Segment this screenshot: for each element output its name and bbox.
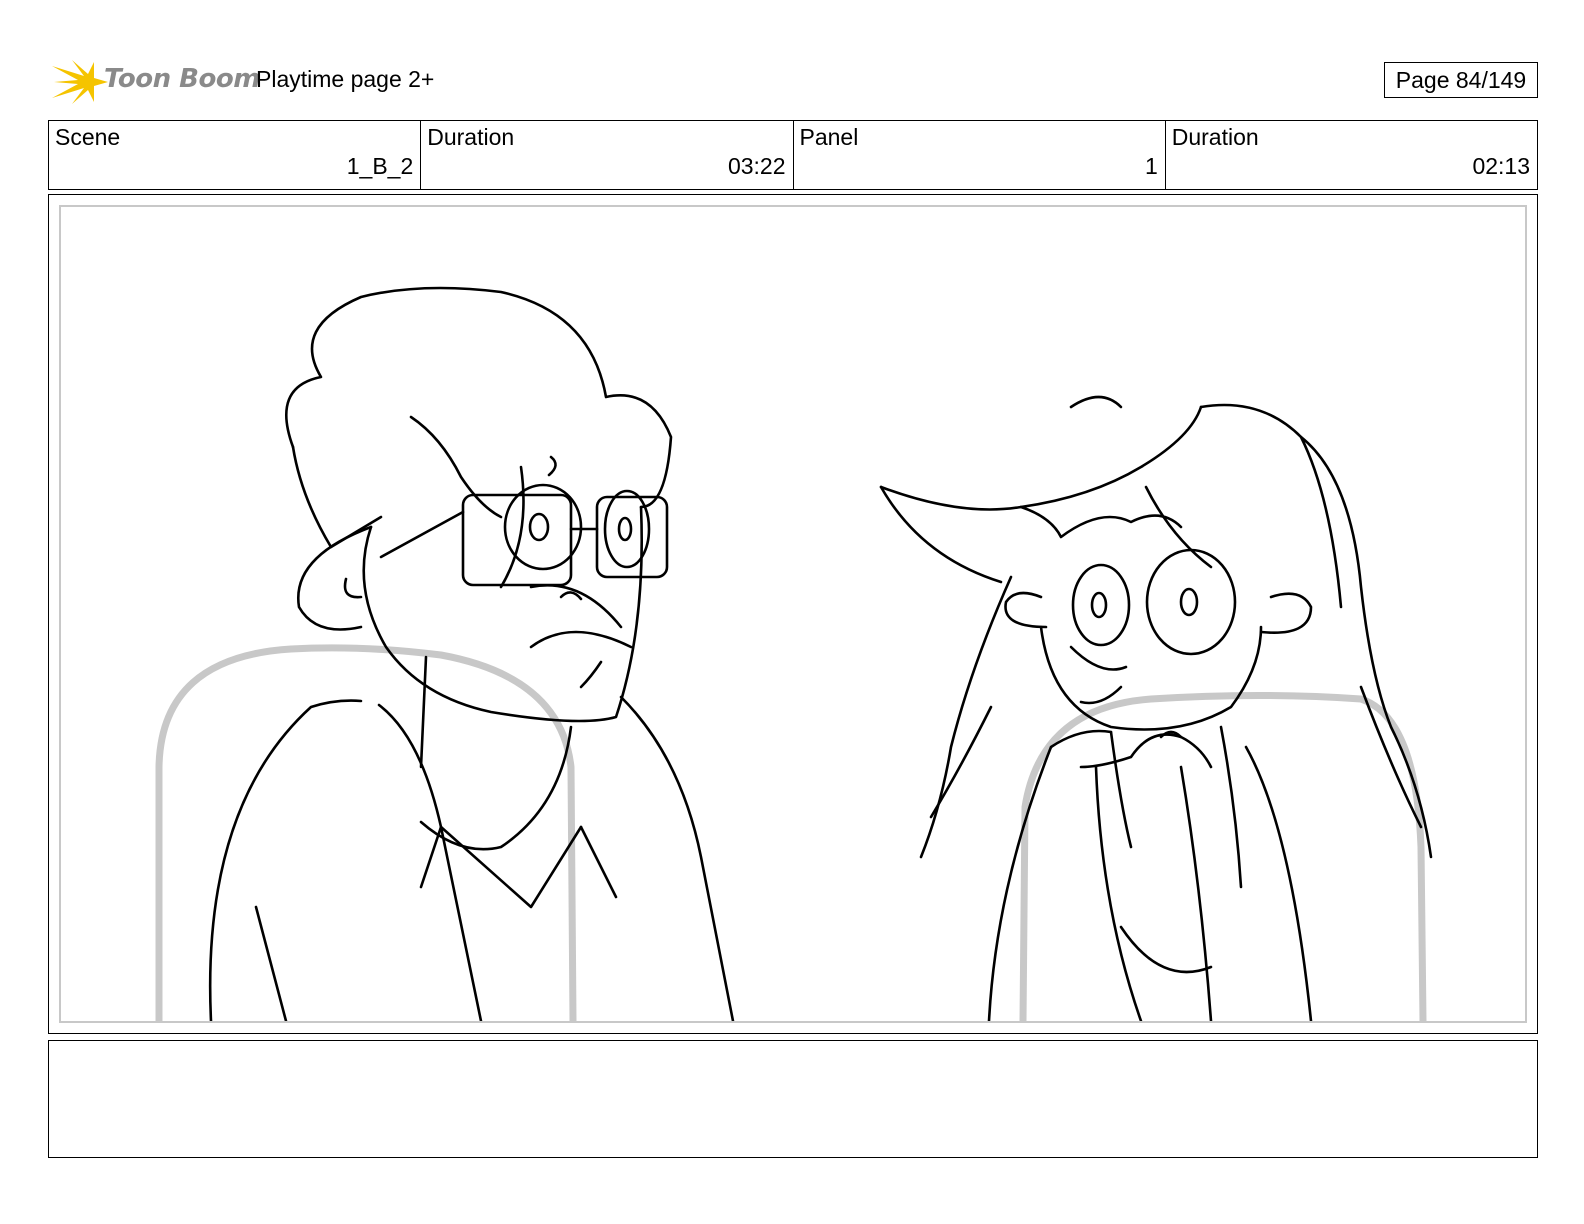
panel-cell: Panel 1 xyxy=(794,121,1166,189)
scene-duration-cell: Duration 03:22 xyxy=(421,121,794,189)
storyboard-panel-frame xyxy=(48,194,1538,1034)
scene-label: Scene xyxy=(55,124,121,150)
scene-duration-label: Duration xyxy=(427,124,515,150)
panel-notes-box[interactable] xyxy=(48,1040,1538,1158)
panel-label: Panel xyxy=(799,124,859,150)
panel-duration-cell: Duration 02:13 xyxy=(1166,121,1537,189)
panel-value: 1 xyxy=(1144,153,1158,179)
logo-text: Toon Boom xyxy=(104,64,260,94)
star-burst-icon xyxy=(52,60,108,104)
page-number: 84/149 xyxy=(1455,67,1527,93)
project-title: Playtime page 2+ xyxy=(256,66,435,92)
scene-duration-value: 03:22 xyxy=(727,153,786,179)
storyboard-panel xyxy=(59,205,1527,1023)
man-character xyxy=(208,286,735,1021)
scene-cell: Scene 1_B_2 xyxy=(49,121,422,189)
panel-sketch-illustration xyxy=(155,286,1433,1021)
panel-duration-label: Duration xyxy=(1171,124,1259,150)
page-label: Page xyxy=(1395,67,1450,93)
panel-duration-value: 02:13 xyxy=(1472,153,1530,179)
page-indicator: Page 84/149 xyxy=(1384,62,1538,98)
scene-value: 1_B_2 xyxy=(346,153,414,179)
scene-info-table: Scene 1_B_2 Duration 03:22 Panel 1 Durat… xyxy=(48,120,1538,190)
girl-character xyxy=(879,395,1433,1021)
chair-left xyxy=(155,644,577,1021)
